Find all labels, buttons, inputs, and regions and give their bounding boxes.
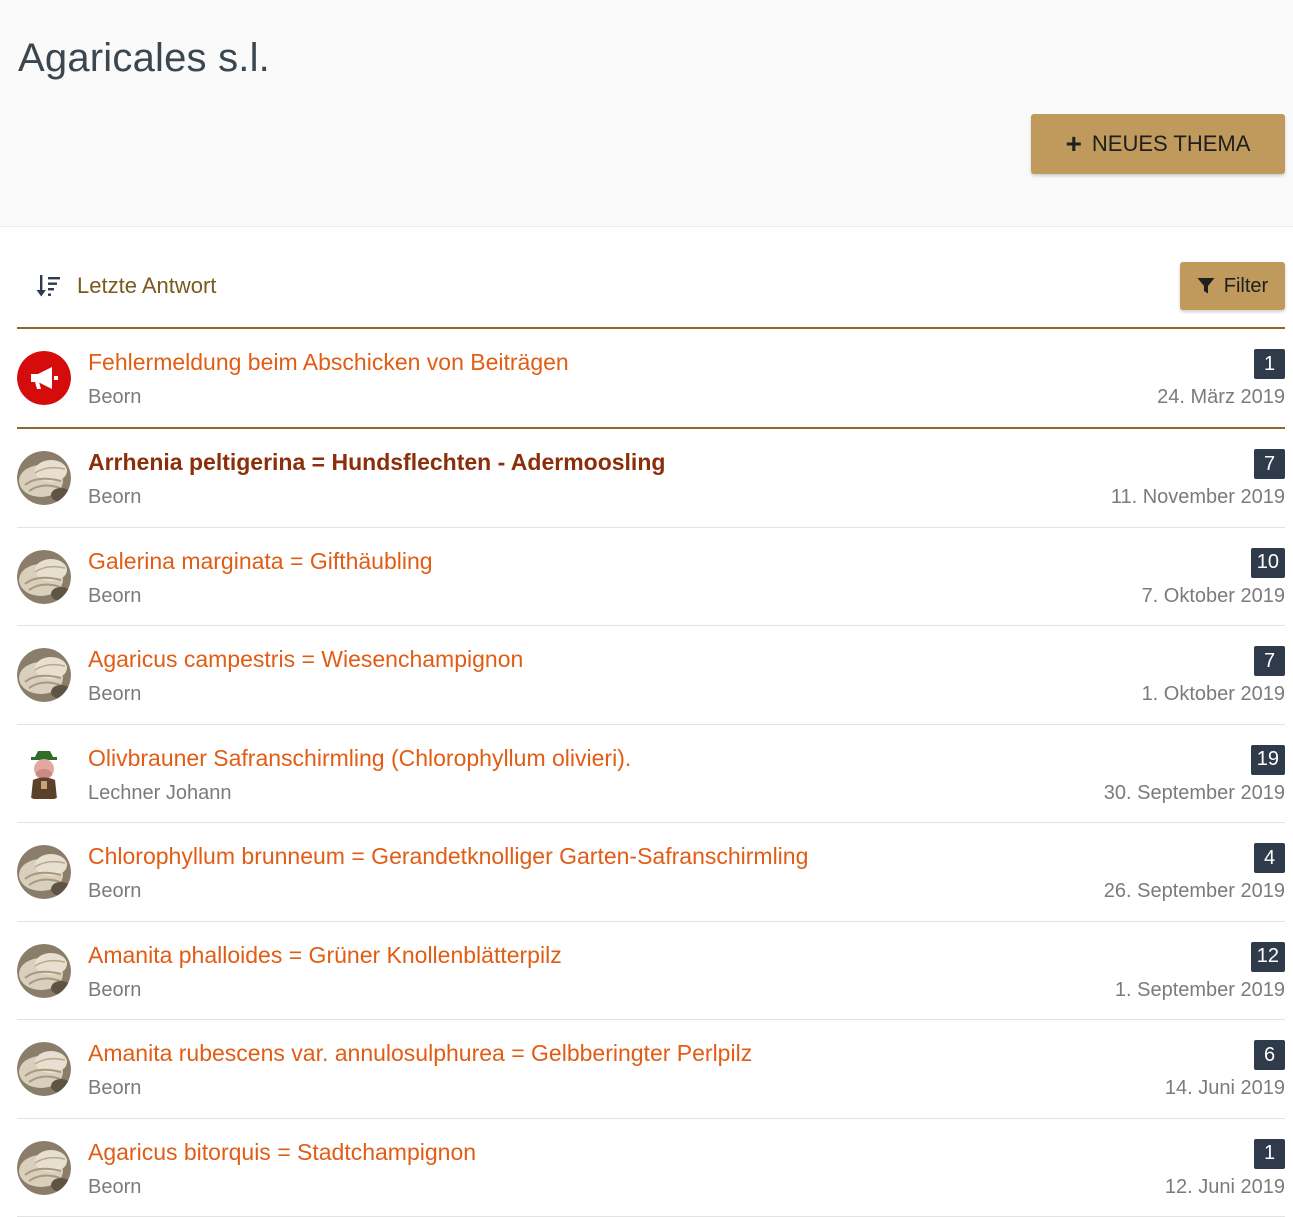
user-avatar[interactable] bbox=[17, 550, 71, 604]
announcement-icon[interactable] bbox=[17, 351, 71, 405]
plus-icon: + bbox=[1066, 130, 1082, 158]
list-toolbar: Letzte Antwort Filter bbox=[17, 262, 1285, 310]
sort-descending-icon bbox=[35, 273, 61, 299]
page-title: Agaricales s.l. bbox=[18, 36, 270, 81]
reply-count-badge: 19 bbox=[1251, 745, 1285, 775]
topic-author[interactable]: Beorn bbox=[88, 1176, 141, 1199]
topic-list: Fehlermeldung beim Abschicken von Beiträ… bbox=[17, 327, 1285, 1217]
topic-author[interactable]: Lechner Johann bbox=[88, 782, 231, 805]
filter-funnel-icon bbox=[1197, 277, 1215, 295]
topic-author[interactable]: Beorn bbox=[88, 1077, 141, 1100]
topic-author[interactable]: Beorn bbox=[88, 486, 141, 509]
topic-title-link[interactable]: Arrhenia peltigerina = Hundsflechten - A… bbox=[88, 449, 665, 476]
sort-button[interactable]: Letzte Antwort bbox=[35, 262, 216, 310]
topic-row: Arrhenia peltigerina = Hundsflechten - A… bbox=[17, 429, 1285, 528]
user-avatar[interactable] bbox=[17, 648, 71, 702]
last-reply-date[interactable]: 30. September 2019 bbox=[1104, 782, 1285, 805]
reply-count-badge: 6 bbox=[1254, 1040, 1285, 1070]
topic-title-link[interactable]: Chlorophyllum brunneum = Gerandetknollig… bbox=[88, 843, 808, 870]
user-avatar[interactable] bbox=[17, 845, 71, 899]
last-reply-date[interactable]: 24. März 2019 bbox=[1157, 386, 1285, 409]
topic-row: Olivbrauner Safranschirmling (Chlorophyl… bbox=[17, 725, 1285, 824]
last-reply-date[interactable]: 1. Oktober 2019 bbox=[1142, 683, 1285, 706]
topic-author[interactable]: Beorn bbox=[88, 386, 141, 409]
topic-author[interactable]: Beorn bbox=[88, 979, 141, 1002]
user-avatar[interactable] bbox=[17, 451, 71, 505]
new-topic-button[interactable]: + NEUES THEMA bbox=[1031, 114, 1285, 174]
topic-row: Amanita phalloides = Grüner Knollenblätt… bbox=[17, 922, 1285, 1021]
reply-count-badge: 12 bbox=[1251, 942, 1285, 972]
last-reply-date[interactable]: 11. November 2019 bbox=[1111, 486, 1285, 509]
topic-title-link[interactable]: Galerina marginata = Gifthäubling bbox=[88, 548, 433, 575]
last-reply-date[interactable]: 1. September 2019 bbox=[1115, 979, 1285, 1002]
topic-title-link[interactable]: Fehlermeldung beim Abschicken von Beiträ… bbox=[88, 349, 569, 376]
user-avatar[interactable] bbox=[17, 747, 71, 801]
last-reply-date[interactable]: 7. Oktober 2019 bbox=[1142, 585, 1285, 608]
filter-label: Filter bbox=[1224, 275, 1268, 298]
topic-row: Amanita rubescens var. annulosulphurea =… bbox=[17, 1020, 1285, 1119]
reply-count-badge: 7 bbox=[1254, 646, 1285, 676]
user-avatar[interactable] bbox=[17, 944, 71, 998]
topic-row: Galerina marginata = Gifthäubling Beorn 10… bbox=[17, 528, 1285, 627]
topic-title-link[interactable]: Agaricus campestris = Wiesenchampignon bbox=[88, 646, 523, 673]
last-reply-date[interactable]: 26. September 2019 bbox=[1104, 880, 1285, 903]
topic-title-link[interactable]: Amanita phalloides = Grüner Knollenblätt… bbox=[88, 942, 562, 969]
topic-row: Chlorophyllum brunneum = Gerandetknollig… bbox=[17, 823, 1285, 922]
user-avatar[interactable] bbox=[17, 1042, 71, 1096]
page-header: Agaricales s.l. + NEUES THEMA bbox=[0, 0, 1293, 227]
reply-count-badge: 1 bbox=[1254, 1139, 1285, 1169]
reply-count-badge: 1 bbox=[1254, 349, 1285, 379]
topic-author[interactable]: Beorn bbox=[88, 880, 141, 903]
topic-author[interactable]: Beorn bbox=[88, 585, 141, 608]
topic-row: Agaricus campestris = Wiesenchampignon Be… bbox=[17, 626, 1285, 725]
reply-count-badge: 7 bbox=[1254, 449, 1285, 479]
sort-label: Letzte Antwort bbox=[77, 273, 216, 299]
topic-title-link[interactable]: Agaricus bitorquis = Stadtchampignon bbox=[88, 1139, 476, 1166]
topic-row: Agaricus bitorquis = Stadtchampignon Beor… bbox=[17, 1119, 1285, 1217]
user-avatar[interactable] bbox=[17, 1141, 71, 1195]
topic-title-link[interactable]: Olivbrauner Safranschirmling (Chlorophyl… bbox=[88, 745, 631, 772]
new-topic-label: NEUES THEMA bbox=[1092, 131, 1251, 157]
last-reply-date[interactable]: 14. Juni 2019 bbox=[1165, 1077, 1285, 1100]
topic-author[interactable]: Beorn bbox=[88, 683, 141, 706]
last-reply-date[interactable]: 12. Juni 2019 bbox=[1165, 1176, 1285, 1199]
reply-count-badge: 10 bbox=[1251, 548, 1285, 578]
filter-button[interactable]: Filter bbox=[1180, 262, 1285, 310]
topic-title-link[interactable]: Amanita rubescens var. annulosulphurea =… bbox=[88, 1040, 752, 1067]
topic-row: Fehlermeldung beim Abschicken von Beiträ… bbox=[17, 329, 1285, 429]
reply-count-badge: 4 bbox=[1254, 843, 1285, 873]
